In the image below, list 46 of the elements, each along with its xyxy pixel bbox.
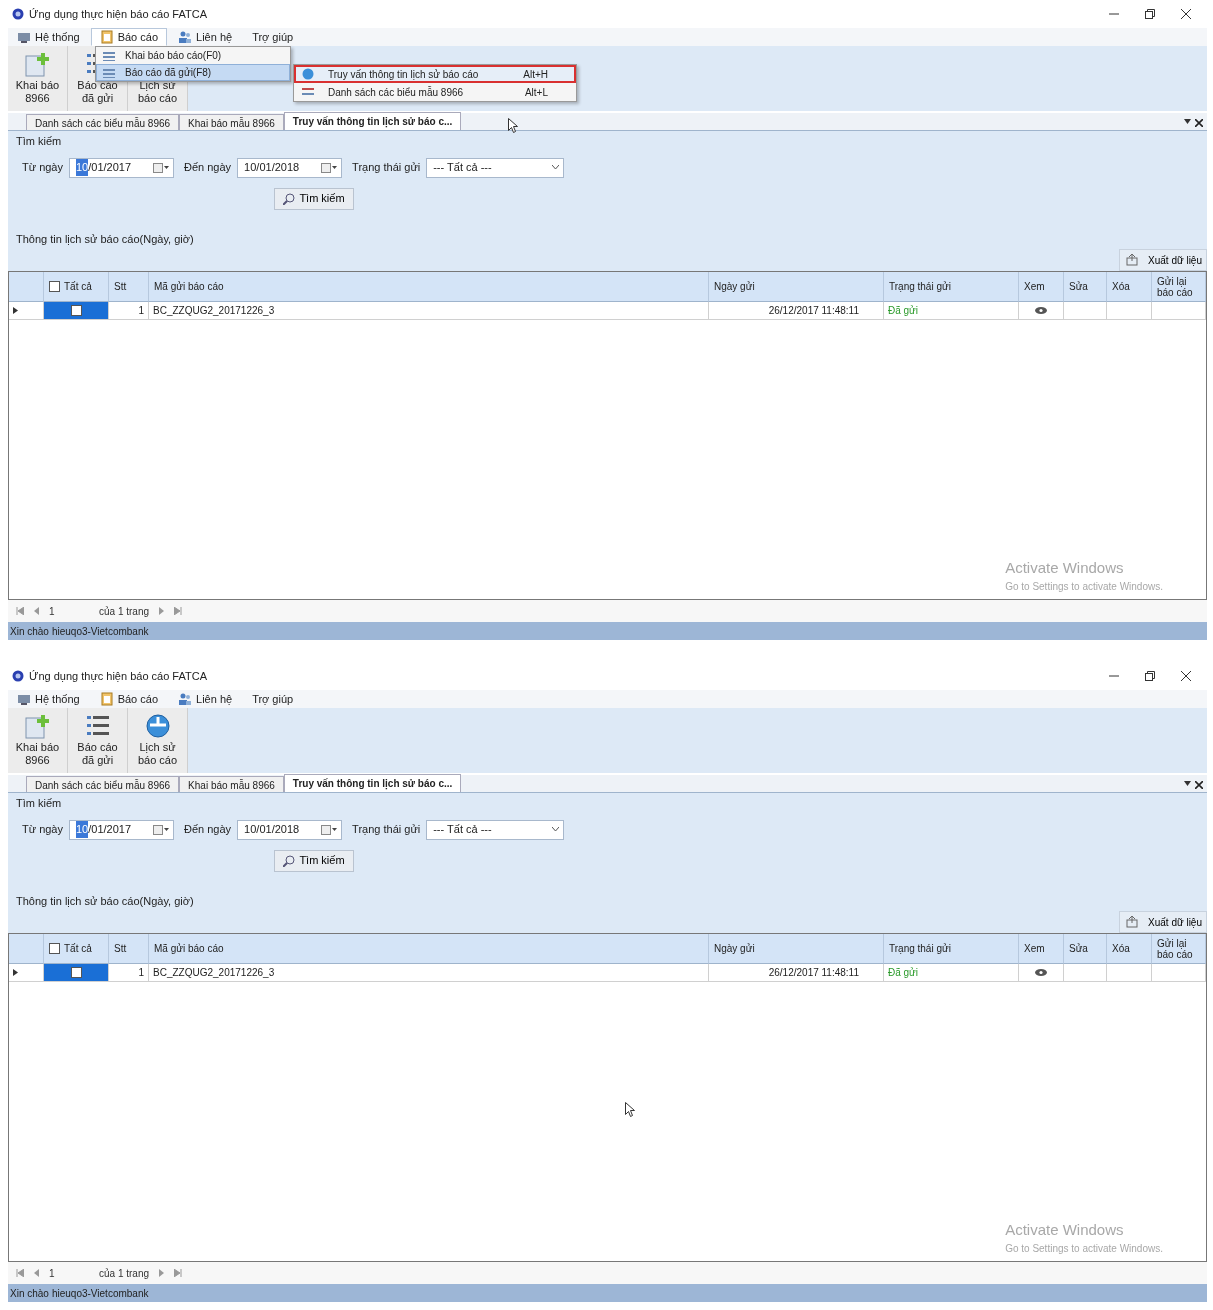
- column-header: Trạng thái gửi: [884, 272, 1019, 302]
- page-count: của 1 trang: [99, 1266, 150, 1281]
- table-cell: BC_ZZQUG2_20171226_3: [149, 302, 709, 320]
- column-header: Gửi lại báo cáo: [1152, 272, 1206, 302]
- column-header: Ngày gửi: [709, 934, 884, 964]
- activation-title: Activate Windows: [1005, 1219, 1125, 1240]
- column-header: Sửa: [1064, 934, 1107, 964]
- column-header: Trạng thái gửi: [884, 934, 1019, 964]
- column-header: Tất cả: [64, 943, 92, 954]
- field-label: Trạng thái gửi: [352, 160, 421, 176]
- activation-hint: Go to Settings to activate Windows.: [1005, 1242, 1163, 1256]
- window-title: Ứng dụng thực hiện báo cáo FATCA: [29, 6, 207, 22]
- column-header: Xóa: [1107, 934, 1152, 964]
- column-header: Ngày gửi: [709, 272, 884, 302]
- column-header: Mã gửi báo cáo: [149, 934, 709, 964]
- greeting-text: Xin chào: [10, 624, 49, 639]
- field-label: Từ ngày: [22, 822, 63, 838]
- column-header: Stt: [109, 272, 149, 302]
- column-header: Stt: [109, 934, 149, 964]
- column-header: Mã gửi báo cáo: [149, 272, 709, 302]
- table-cell: 1: [109, 302, 149, 320]
- group-label: Tìm kiếm: [16, 796, 62, 811]
- section-label: Thông tin lịch sử báo cáo(Ngày, giờ): [16, 231, 194, 247]
- table-cell: BC_ZZQUG2_20171226_3: [149, 964, 709, 982]
- field-label: Từ ngày: [22, 160, 63, 176]
- column-header: Gửi lại báo cáo: [1152, 934, 1206, 964]
- section-label: Thông tin lịch sử báo cáo(Ngày, giờ): [16, 893, 194, 909]
- column-header: Tất cả: [64, 281, 92, 292]
- field-label: Đến ngày: [184, 160, 232, 176]
- table-cell: Đã gửi: [884, 302, 1019, 320]
- column-header: Xem: [1019, 272, 1064, 302]
- table-cell: Đã gửi: [884, 964, 1019, 982]
- column-header: Sửa: [1064, 272, 1107, 302]
- activation-title: Activate Windows: [1005, 557, 1125, 578]
- column-header: Xóa: [1107, 272, 1152, 302]
- table-cell: 26/12/2017 11:48:11: [709, 302, 884, 320]
- group-label: Tìm kiếm: [16, 134, 62, 149]
- field-label: Đến ngày: [184, 822, 232, 838]
- greeting-text: Xin chào: [10, 1286, 49, 1301]
- window-title: Ứng dụng thực hiện báo cáo FATCA: [29, 668, 207, 684]
- column-header: Xem: [1019, 934, 1064, 964]
- page-count: của 1 trang: [99, 604, 150, 619]
- activation-hint: Go to Settings to activate Windows.: [1005, 580, 1163, 594]
- field-label: Trạng thái gửi: [352, 822, 421, 838]
- table-cell: 26/12/2017 11:48:11: [709, 964, 884, 982]
- table-cell: 1: [109, 964, 149, 982]
